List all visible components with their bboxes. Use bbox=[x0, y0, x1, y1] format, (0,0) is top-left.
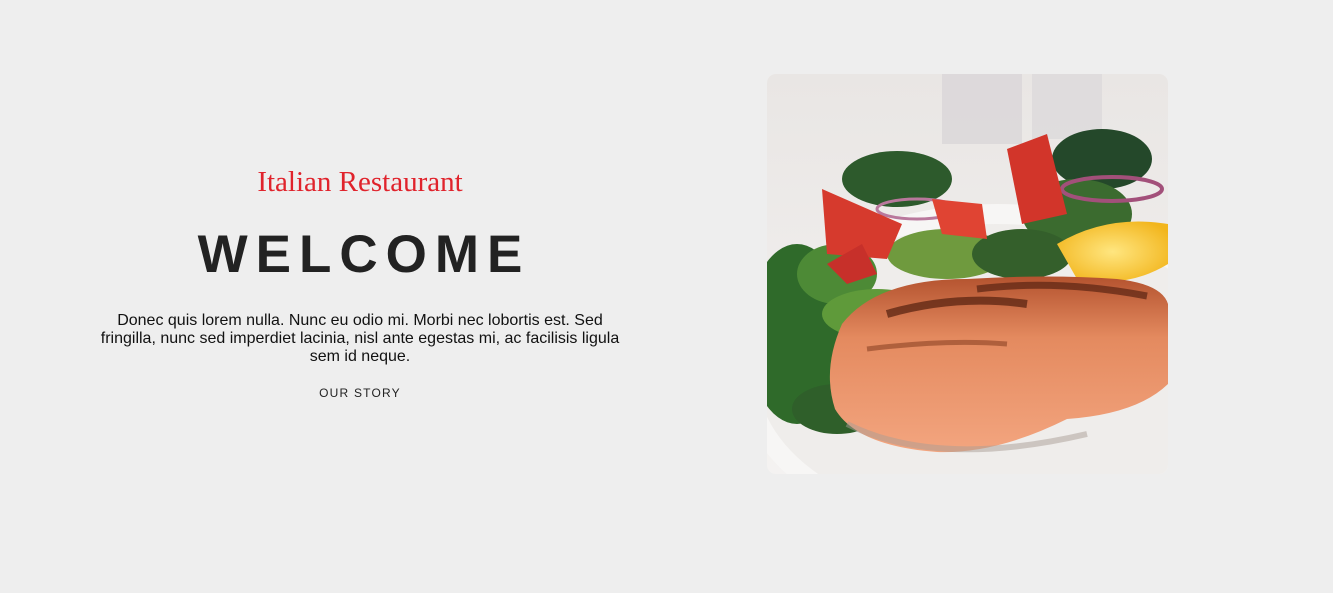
hero-description: Donec quis lorem nulla. Nunc eu odio mi.… bbox=[100, 312, 620, 365]
hero-subtitle: Italian Restaurant bbox=[257, 166, 463, 198]
food-photo bbox=[767, 74, 1168, 474]
hero-section: Italian Restaurant WELCOME Donec quis lo… bbox=[0, 0, 1333, 593]
salmon-salad-image bbox=[767, 74, 1168, 474]
hero-text: Italian Restaurant WELCOME Donec quis lo… bbox=[95, 160, 625, 402]
hero-title: WELCOME bbox=[197, 225, 531, 284]
our-story-link[interactable]: OUR STORY bbox=[319, 386, 401, 400]
